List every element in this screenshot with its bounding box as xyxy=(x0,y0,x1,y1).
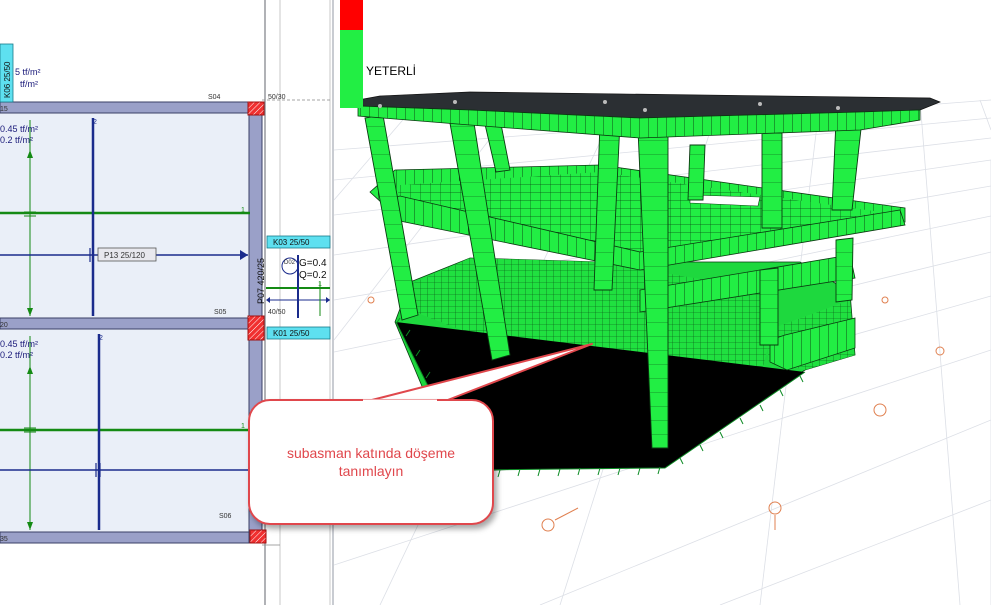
callout-pointer xyxy=(359,343,593,404)
annotation-callout: subasman katında döşeme tanımlayın xyxy=(248,399,494,525)
callout-text: subasman katında döşeme tanımlayın xyxy=(286,445,456,479)
